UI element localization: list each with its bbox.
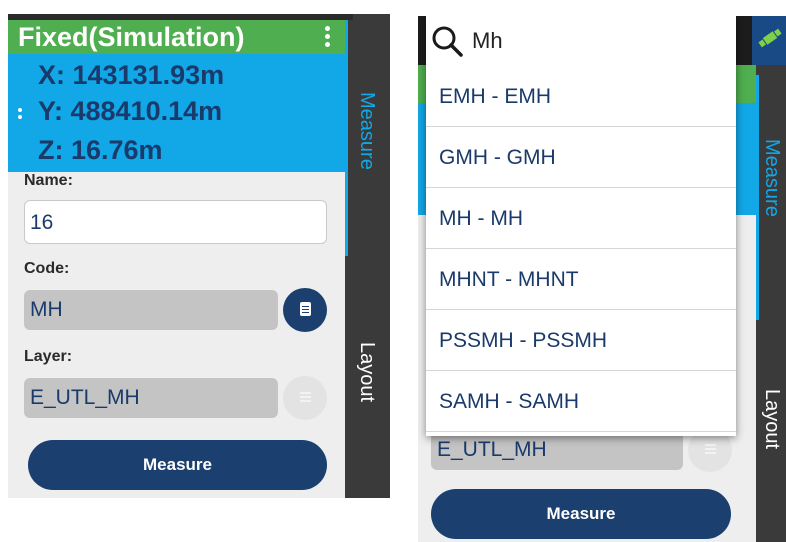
side-tab-bar: Measure Layout (345, 20, 390, 498)
tab-measure[interactable]: Measure (355, 92, 378, 170)
measure-button[interactable]: Measure (431, 489, 731, 539)
measure-tab-indicator (756, 75, 759, 320)
code-option[interactable]: SAMH - SAMH (426, 371, 736, 432)
layer-field[interactable]: E_UTL_MH (431, 430, 683, 470)
name-label: Name: (24, 172, 73, 189)
tab-layout[interactable]: Layout (760, 389, 783, 449)
code-dropdown: Mh EMH - EMH GMH - GMH MH - MH MHNT - MH… (426, 16, 736, 436)
code-option[interactable]: PSSMH - PSSMH (426, 310, 736, 371)
layer-list-icon (705, 444, 716, 456)
drag-handle-icon[interactable] (18, 108, 22, 122)
code-list-icon (300, 302, 311, 316)
fix-status-title: Fixed(Simulation) (18, 22, 245, 52)
name-field[interactable]: 16 (24, 200, 327, 244)
code-option[interactable]: MH - MH (426, 188, 736, 249)
layer-list-button[interactable] (283, 376, 327, 420)
more-vert-icon[interactable] (325, 26, 331, 50)
coord-z: Z: 16.76m (38, 135, 163, 165)
coordinates-panel: X: 143131.93m Y: 488410.14m Z: 16.76m (8, 54, 345, 172)
fix-status-bar: Fixed(Simulation) (8, 20, 345, 54)
layer-list-icon (300, 392, 311, 404)
code-label: Code: (24, 260, 70, 277)
code-search-row: Mh (426, 16, 736, 66)
code-field[interactable]: MH (24, 290, 278, 330)
measure-screen: Fixed(Simulation) X: 143131.93m Y: 48841… (8, 14, 390, 498)
code-search-input[interactable]: Mh (472, 28, 503, 54)
coord-y: Y: 488410.14m (38, 96, 223, 126)
point-form: Name: 16 Code: MH Layer: E_UTL_MH Measur… (8, 172, 345, 498)
satellite-icon[interactable] (752, 16, 786, 65)
code-option[interactable]: MHNT - MHNT (426, 249, 736, 310)
measure-button[interactable]: Measure (28, 440, 327, 490)
measure-screen-with-code-dropdown: E_UTL_MH Measure Measure Layout Mh EMH -… (418, 16, 786, 542)
code-option[interactable]: EMH - EMH (426, 66, 736, 127)
layer-field[interactable]: E_UTL_MH (24, 378, 278, 418)
side-tab-bar: Measure Layout (756, 65, 786, 542)
code-list-button[interactable] (283, 288, 327, 332)
tab-layout[interactable]: Layout (355, 342, 378, 402)
tab-measure[interactable]: Measure (760, 139, 783, 217)
layer-label: Layer: (24, 348, 73, 365)
search-icon (432, 26, 463, 57)
coord-x: X: 143131.93m (38, 60, 225, 90)
measure-tab-indicator (345, 20, 348, 256)
code-option[interactable]: GMH - GMH (426, 127, 736, 188)
